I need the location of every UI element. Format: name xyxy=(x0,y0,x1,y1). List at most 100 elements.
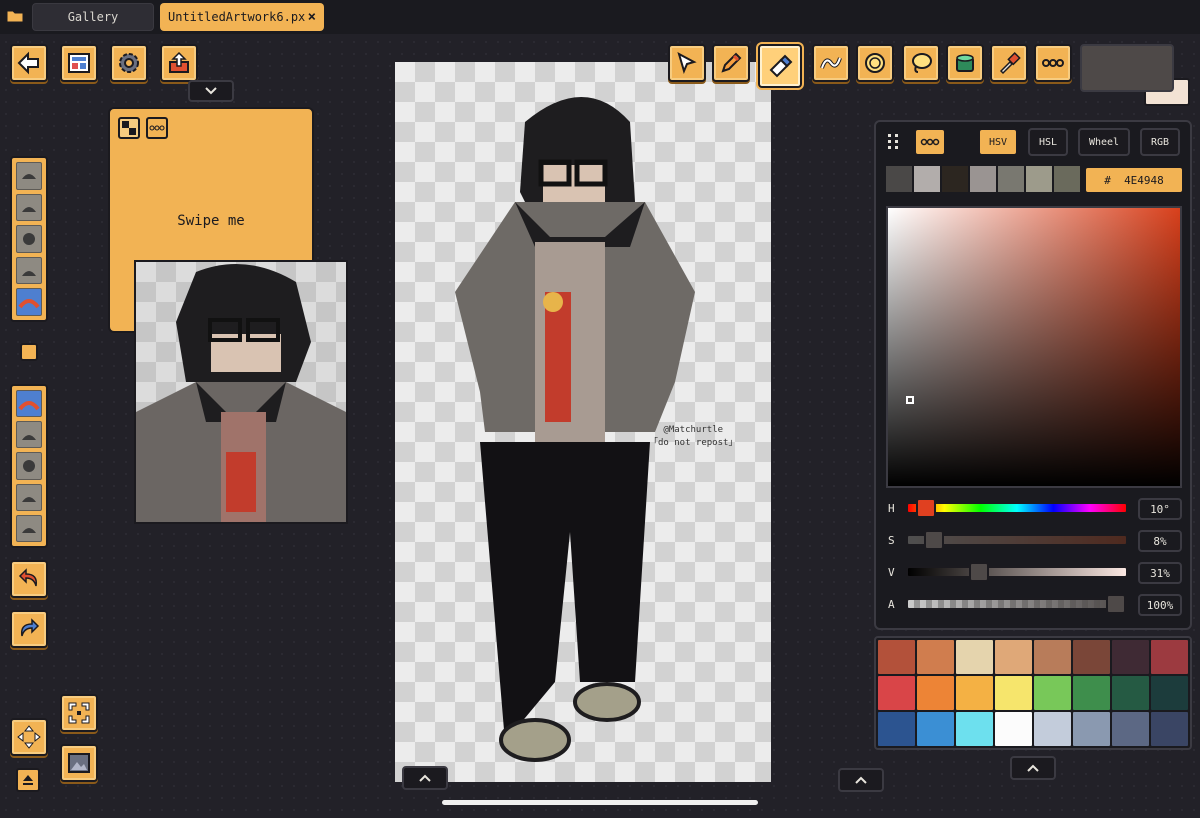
alpha-slider[interactable] xyxy=(906,594,1128,614)
palette-swatch[interactable] xyxy=(1112,712,1149,746)
back-button[interactable] xyxy=(10,44,48,82)
folder-icon[interactable] xyxy=(4,4,26,28)
palette-swatch[interactable] xyxy=(1034,640,1071,674)
value-thumb[interactable] xyxy=(969,562,989,582)
value-value[interactable]: 31% xyxy=(1138,562,1182,584)
undo-button[interactable] xyxy=(10,560,48,598)
eraser-tool[interactable] xyxy=(758,44,802,88)
redo-button[interactable] xyxy=(10,610,48,648)
pencil-tool[interactable] xyxy=(712,44,750,82)
select-tool[interactable] xyxy=(668,44,706,82)
palette-swatch[interactable] xyxy=(1073,712,1110,746)
toolbar-expand-button[interactable] xyxy=(188,80,234,102)
palette-swatch[interactable] xyxy=(1073,676,1110,710)
palette-swatch[interactable] xyxy=(1034,712,1071,746)
layer-thumb[interactable] xyxy=(16,421,42,449)
tab-document[interactable]: UntitledArtwork6.px × xyxy=(160,3,324,31)
sv-cursor[interactable] xyxy=(906,396,914,404)
export-button[interactable] xyxy=(160,44,198,82)
recent-color-swatch[interactable] xyxy=(886,166,912,192)
hue-slider[interactable] xyxy=(906,498,1128,518)
recent-color-swatch[interactable] xyxy=(1054,166,1080,192)
settings-button[interactable] xyxy=(110,44,148,82)
palette-swatch[interactable] xyxy=(1151,712,1188,746)
layer-thumb[interactable] xyxy=(16,452,42,480)
saturation-value[interactable]: 8% xyxy=(1138,530,1182,552)
opacity-icon[interactable] xyxy=(16,390,42,418)
home-indicator[interactable] xyxy=(442,800,758,805)
palette-swatch[interactable] xyxy=(1112,640,1149,674)
alpha-thumb[interactable] xyxy=(1106,594,1126,614)
value-slider[interactable] xyxy=(906,562,1128,582)
palette-swatch[interactable] xyxy=(878,712,915,746)
color-swatch-button[interactable] xyxy=(20,343,38,361)
layer-thumb[interactable] xyxy=(16,483,42,511)
recent-color-swatch[interactable] xyxy=(998,166,1024,192)
palette-swatch[interactable] xyxy=(956,676,993,710)
shape-tool[interactable] xyxy=(856,44,894,82)
palette-swatch[interactable] xyxy=(1073,640,1110,674)
brush-size-icon[interactable] xyxy=(16,288,42,316)
palette-swatch[interactable] xyxy=(995,712,1032,746)
palette-swatch[interactable] xyxy=(1112,676,1149,710)
more-tools-button[interactable] xyxy=(1034,44,1072,82)
fit-screen-button[interactable] xyxy=(60,694,98,732)
saturation-value-picker[interactable] xyxy=(886,206,1182,488)
lasso-tool[interactable] xyxy=(902,44,940,82)
palette-swatch[interactable] xyxy=(1151,676,1188,710)
alpha-value[interactable]: 100% xyxy=(1138,594,1182,616)
palette-swatch[interactable] xyxy=(1151,640,1188,674)
more-icon[interactable] xyxy=(146,117,168,139)
layer-strip-top[interactable] xyxy=(10,156,48,322)
more-icon xyxy=(920,138,940,146)
mode-wheel[interactable]: Wheel xyxy=(1078,128,1130,156)
mode-hsl[interactable]: HSL xyxy=(1028,128,1068,156)
layer-thumb[interactable] xyxy=(16,225,42,253)
recent-color-swatch[interactable] xyxy=(914,166,940,192)
zoom-button[interactable] xyxy=(10,718,48,756)
current-color-swatch[interactable] xyxy=(1080,44,1174,92)
recent-color-swatch[interactable] xyxy=(1026,166,1052,192)
layer-thumb[interactable] xyxy=(16,256,42,285)
palette-swatch[interactable] xyxy=(878,640,915,674)
layer-thumb[interactable] xyxy=(16,514,42,543)
layer-thumb[interactable] xyxy=(16,193,42,222)
palette-swatch[interactable] xyxy=(1034,676,1071,710)
eyedropper-icon xyxy=(999,51,1021,75)
palette-swatch[interactable] xyxy=(956,640,993,674)
gallery-button[interactable] xyxy=(60,44,98,82)
eyedropper-tool[interactable] xyxy=(990,44,1028,82)
eject-button[interactable] xyxy=(16,768,40,792)
mode-hsv[interactable]: HSV xyxy=(978,128,1018,156)
right-bottom-toggle[interactable] xyxy=(838,768,884,792)
palette-swatch[interactable] xyxy=(878,676,915,710)
palette-toggle[interactable] xyxy=(1010,756,1056,780)
palette-swatch[interactable] xyxy=(995,676,1032,710)
hue-thumb[interactable] xyxy=(916,498,936,518)
drawing-canvas[interactable]: @Matchurtle 「do not repost」 xyxy=(395,62,771,782)
checker-icon[interactable] xyxy=(118,117,140,139)
close-icon[interactable]: × xyxy=(308,9,316,25)
recent-color-swatch[interactable] xyxy=(942,166,968,192)
palette-swatch[interactable] xyxy=(917,712,954,746)
drag-handle-icon[interactable] xyxy=(886,132,904,152)
color-options-button[interactable] xyxy=(914,128,946,156)
layer-thumb[interactable] xyxy=(16,162,42,190)
palette-swatch[interactable] xyxy=(995,640,1032,674)
recent-color-swatch[interactable] xyxy=(970,166,996,192)
layer-strip-bottom[interactable] xyxy=(10,384,48,548)
fill-tool[interactable] xyxy=(946,44,984,82)
preview-window[interactable] xyxy=(134,260,348,524)
saturation-thumb[interactable] xyxy=(924,530,944,550)
palette-swatch[interactable] xyxy=(917,640,954,674)
hue-value[interactable]: 10° xyxy=(1138,498,1182,520)
mode-rgb[interactable]: RGB xyxy=(1140,128,1180,156)
canvas-bottom-toggle[interactable] xyxy=(402,766,448,790)
line-tool[interactable] xyxy=(812,44,850,82)
saturation-slider[interactable] xyxy=(906,530,1128,550)
palette-swatch[interactable] xyxy=(917,676,954,710)
palette-swatch[interactable] xyxy=(956,712,993,746)
reference-button[interactable] xyxy=(60,744,98,782)
tab-gallery[interactable]: Gallery xyxy=(32,3,154,31)
hex-field[interactable]: # 4E4948 xyxy=(1084,166,1184,194)
